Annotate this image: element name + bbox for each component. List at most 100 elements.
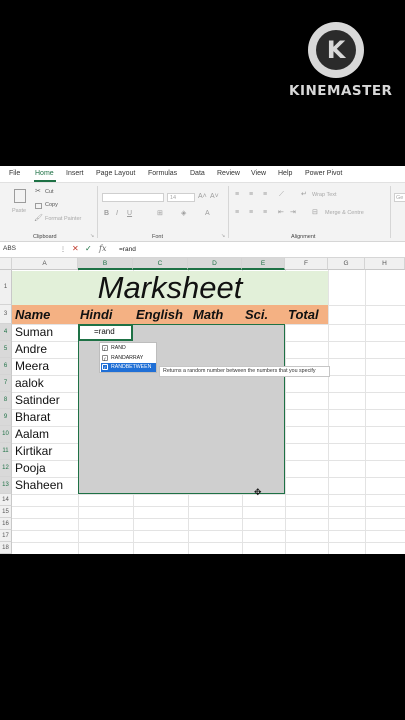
merge-center-button[interactable]: Merge & Centre <box>325 210 364 216</box>
menu-view[interactable]: View <box>251 170 266 177</box>
column-header-f[interactable]: F <box>285 258 328 270</box>
row-header-1[interactable]: 1 <box>0 270 12 305</box>
underline-icon[interactable]: U <box>127 210 132 218</box>
increase-indent-icon[interactable]: ⇥ <box>290 209 296 217</box>
header-english[interactable]: English <box>136 305 183 324</box>
menu-formulas[interactable]: Formulas <box>148 170 177 177</box>
align-left-icon[interactable]: ≡ <box>235 209 239 217</box>
clipboard-launcher-icon[interactable]: ↘ <box>90 232 94 240</box>
row-header-7[interactable]: 7 <box>0 375 12 392</box>
menu-file[interactable]: File <box>9 170 20 177</box>
header-hindi[interactable]: Hindi <box>80 305 113 324</box>
align-center-icon[interactable]: ≡ <box>249 209 253 217</box>
fill-color-icon[interactable]: ◈ <box>181 210 186 218</box>
mouse-cursor-icon: ✥ <box>254 487 262 497</box>
row-header-11[interactable]: 11 <box>0 443 12 460</box>
number-format-box[interactable]: Ge <box>394 193 405 202</box>
column-header-d[interactable]: D <box>188 258 242 270</box>
row-header-9[interactable]: 9 <box>0 409 12 426</box>
column-header-e[interactable]: E <box>242 258 285 270</box>
row-header-14[interactable]: 14 <box>0 494 12 506</box>
paste-button[interactable]: Paste <box>12 208 26 214</box>
column-header-a[interactable]: A <box>12 258 78 270</box>
menu-page-layout[interactable]: Page Layout <box>96 170 135 177</box>
row-header-8[interactable]: 8 <box>0 392 12 409</box>
borders-icon[interactable]: ⊞ <box>157 210 163 218</box>
row-header-4[interactable]: 4 <box>0 324 12 341</box>
name-cell[interactable]: Suman <box>15 325 53 339</box>
cut-button[interactable]: Cut <box>45 189 54 195</box>
spreadsheet-grid: A B C D E F G H 1 3 4 5 6 7 8 9 10 11 12… <box>0 258 405 554</box>
orientation-icon[interactable]: ⟋ <box>279 191 284 199</box>
column-header-c[interactable]: C <box>133 258 188 270</box>
name-cell[interactable]: Pooja <box>15 461 46 475</box>
name-cell[interactable]: Aalam <box>15 427 49 441</box>
copy-button[interactable]: Copy <box>45 202 58 208</box>
menu-help[interactable]: Help <box>278 170 292 177</box>
merge-center-icon[interactable]: ⊟ <box>312 209 318 217</box>
ribbon-separator <box>97 186 98 238</box>
wrap-text-button[interactable]: Wrap Text <box>312 192 337 198</box>
header-math[interactable]: Math <box>193 305 223 324</box>
name-cell[interactable]: Meera <box>15 359 49 373</box>
column-header-g[interactable]: G <box>328 258 365 270</box>
column-header-b[interactable]: B <box>78 258 133 270</box>
shrink-font-icon[interactable]: A˅ <box>210 193 219 201</box>
bold-icon[interactable]: B <box>104 210 109 218</box>
name-cell[interactable]: Shaheen <box>15 478 63 492</box>
italic-icon[interactable]: I <box>116 210 118 218</box>
align-right-icon[interactable]: ≡ <box>263 209 267 217</box>
enter-icon[interactable]: ✓ <box>85 244 92 253</box>
function-autocomplete-list: ƒ RAND ƒ RANDARRAY ƒ RANDBETWEEN <box>99 342 157 373</box>
row-header-15[interactable]: 15 <box>0 506 12 518</box>
cancel-icon[interactable]: ✕ <box>72 244 79 253</box>
menu-home[interactable]: Home <box>35 170 54 177</box>
function-icon: ƒ <box>102 355 108 361</box>
row-header-5[interactable]: 5 <box>0 341 12 358</box>
formula-input[interactable]: =rand <box>119 246 136 253</box>
font-color-icon[interactable]: A <box>205 210 210 218</box>
name-box[interactable]: ABS <box>3 245 59 255</box>
name-cell[interactable]: Satinder <box>15 393 60 407</box>
menu-power-pivot[interactable]: Power Pivot <box>305 170 342 177</box>
header-name[interactable]: Name <box>15 305 50 324</box>
name-cell[interactable]: Bharat <box>15 410 50 424</box>
name-cell[interactable]: Kirtikar <box>15 444 52 458</box>
grow-font-icon[interactable]: A˄ <box>198 193 207 201</box>
font-name-box[interactable] <box>102 193 164 202</box>
name-cell[interactable]: Andre <box>15 342 47 356</box>
font-size-box[interactable]: 14 <box>167 193 195 202</box>
row-header-17[interactable]: 17 <box>0 530 12 542</box>
row-header-13[interactable]: 13 <box>0 477 12 494</box>
format-painter-button[interactable]: Format Painter <box>45 216 81 222</box>
autocomplete-item-rand[interactable]: ƒ RAND <box>101 344 156 353</box>
number-format-value: Ge <box>396 195 404 201</box>
row-header-12[interactable]: 12 <box>0 460 12 477</box>
column-header-h[interactable]: H <box>365 258 405 270</box>
autocomplete-item-randbetween[interactable]: ƒ RANDBETWEEN <box>101 363 156 372</box>
autocomplete-item-randarray[interactable]: ƒ RANDARRAY <box>101 354 156 363</box>
menu-data[interactable]: Data <box>190 170 205 177</box>
insert-function-icon[interactable]: fx <box>99 244 106 253</box>
select-all-corner[interactable] <box>0 258 12 270</box>
decrease-indent-icon[interactable]: ⇤ <box>278 209 284 217</box>
row-header-6[interactable]: 6 <box>0 358 12 375</box>
header-total[interactable]: Total <box>288 305 319 324</box>
row-header-18[interactable]: 18 <box>0 542 12 554</box>
menu-insert[interactable]: Insert <box>66 170 84 177</box>
align-top-icon[interactable]: ≡ <box>235 191 239 199</box>
row-header-10[interactable]: 10 <box>0 426 12 443</box>
name-cell[interactable]: aalok <box>15 376 44 390</box>
row-header-16[interactable]: 16 <box>0 518 12 530</box>
function-icon: ƒ <box>102 364 108 370</box>
row-header-3[interactable]: 3 <box>0 305 12 324</box>
name-box-dropdown-icon[interactable]: ⋮ <box>60 246 66 253</box>
group-font-label: Font <box>152 234 164 240</box>
function-tooltip: Returns a random number between the numb… <box>159 366 330 377</box>
menu-review[interactable]: Review <box>217 170 240 177</box>
font-launcher-icon[interactable]: ↘ <box>221 232 225 240</box>
align-middle-icon[interactable]: ≡ <box>249 191 253 199</box>
wrap-text-icon[interactable]: ↵ <box>301 191 307 199</box>
header-science[interactable]: Sci. <box>245 305 268 324</box>
align-bottom-icon[interactable]: ≡ <box>263 191 267 199</box>
